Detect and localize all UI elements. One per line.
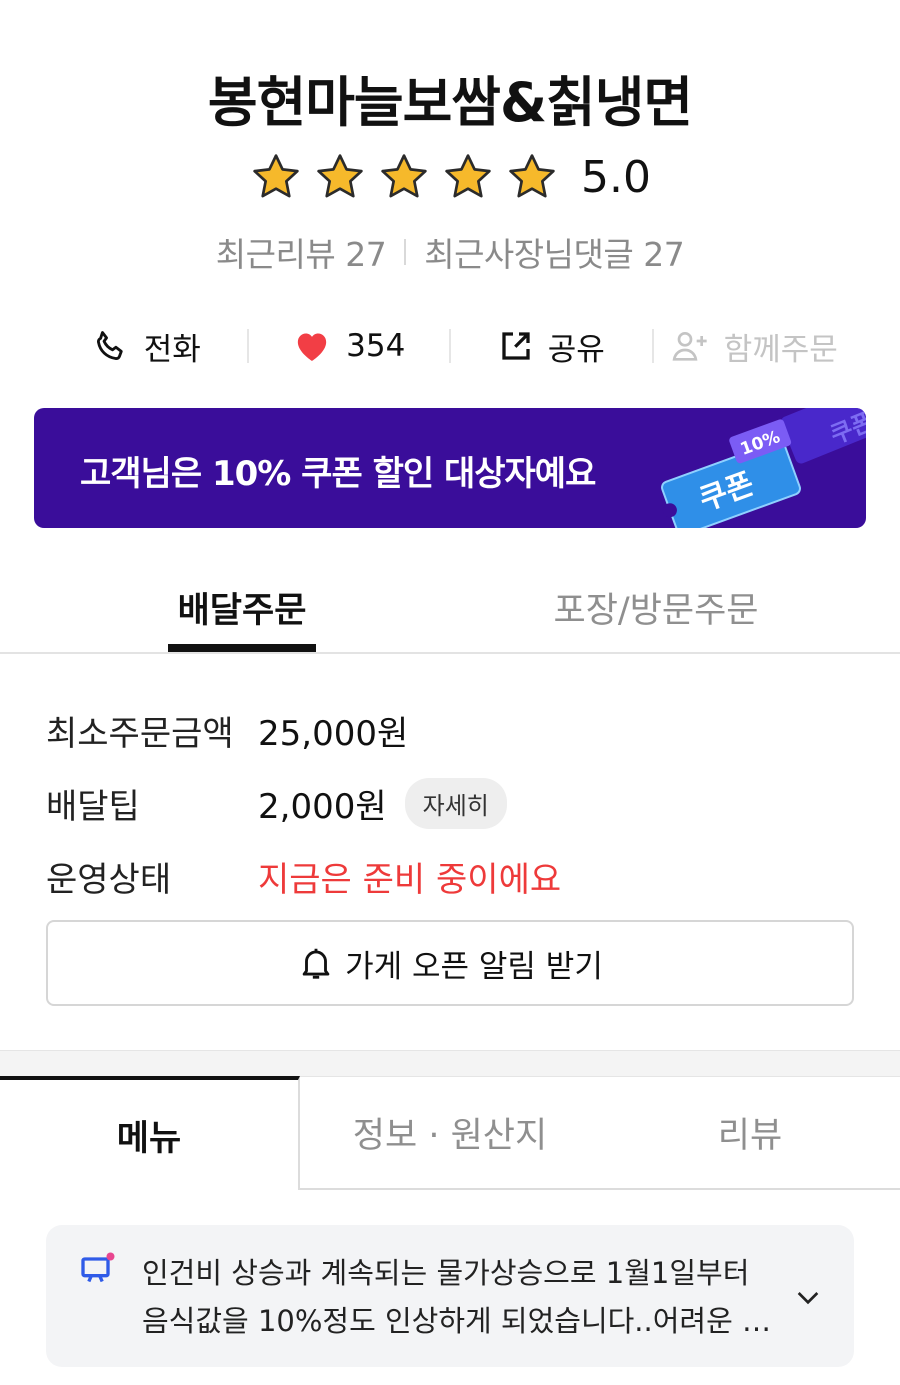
star-icon	[381, 154, 427, 198]
call-label: 전화	[143, 331, 201, 368]
coupon-banner-text: 고객님은 10% 쿠폰 할인 대상자예요	[80, 454, 596, 494]
delivery-tip-row: 배달팁 2,000원 자세히	[46, 778, 507, 829]
phone-icon	[96, 331, 123, 360]
owner-notice-card[interactable]: 인건비 상승과 계속되는 물가상승으로 1월1일부터 음식값을 10%정도 인상…	[46, 1225, 854, 1367]
star-icon	[445, 154, 491, 198]
heart-icon	[297, 333, 327, 361]
store-status-value: 지금은 준비 중이에요	[258, 860, 562, 900]
bell-icon	[302, 948, 330, 979]
divider	[404, 239, 407, 265]
content-tabs: 메뉴 정보 · 원산지 리뷰	[0, 1076, 900, 1190]
min-order-row: 최소주문금액 25,000원	[46, 706, 408, 755]
share-label: 공유	[547, 331, 605, 368]
like-count: 354	[346, 328, 406, 364]
recent-owner-replies-link[interactable]: 최근사장님댓글 27	[424, 228, 685, 276]
min-order-label: 최소주문금액	[46, 714, 234, 754]
announcement-icon	[81, 1252, 115, 1283]
review-counts: 최근리뷰 27 최근사장님댓글 27	[0, 228, 900, 276]
delivery-tip-value: 2,000원	[258, 787, 387, 827]
tab-info-origin[interactable]: 정보 · 원산지	[300, 1076, 600, 1190]
delivery-tip-label: 배달팁	[46, 787, 140, 827]
star-icon	[317, 154, 363, 198]
store-name: 봉현마늘보쌈&칡냉면	[207, 71, 693, 134]
tab-review[interactable]: 리뷰	[600, 1076, 900, 1190]
active-tab-indicator	[168, 644, 316, 652]
group-order-label: 함께주문	[723, 331, 838, 368]
group-order-button[interactable]: 함께주문	[654, 324, 855, 369]
store-status-label: 운영상태	[46, 860, 172, 900]
star-icon	[509, 154, 555, 198]
order-type-tabs: 배달주문 포장/방문주문	[0, 560, 900, 654]
star-icon	[253, 154, 299, 198]
like-button[interactable]: 354	[249, 326, 450, 366]
tab-delivery-order[interactable]: 배달주문	[168, 582, 316, 633]
call-button[interactable]: 전화	[46, 324, 247, 369]
section-divider	[0, 1050, 900, 1076]
store-open-notify-label: 가게 오픈 알림 받기	[345, 948, 603, 985]
chevron-down-icon[interactable]	[792, 1281, 824, 1313]
rating-value: 5.0	[581, 151, 651, 203]
delivery-tip-detail-button[interactable]: 자세히	[404, 778, 507, 829]
tab-pickup-order[interactable]: 포장/방문주문	[530, 582, 782, 633]
coupon-ticket-icon: 쿠폰 쿠폰 10%	[661, 408, 866, 528]
share-icon	[502, 332, 530, 360]
share-button[interactable]: 공유	[451, 324, 652, 369]
recent-reviews-link[interactable]: 최근리뷰 27	[216, 228, 387, 276]
store-status-row: 운영상태 지금은 준비 중이에요	[46, 852, 561, 901]
owner-notice-text: 인건비 상승과 계속되는 물가상승으로 1월1일부터 음식값을 10%정도 인상…	[142, 1256, 769, 1338]
coupon-banner[interactable]: 고객님은 10% 쿠폰 할인 대상자예요 쿠폰 쿠폰 10%	[34, 408, 866, 528]
user-plus-icon	[672, 332, 707, 361]
store-open-notify-button[interactable]: 가게 오픈 알림 받기	[46, 920, 854, 1006]
rating-row: 5.0	[0, 150, 900, 204]
min-order-value: 25,000원	[258, 714, 409, 754]
store-actions: 전화 354 공유 함께주문	[46, 318, 854, 374]
tab-menu[interactable]: 메뉴	[0, 1076, 300, 1190]
